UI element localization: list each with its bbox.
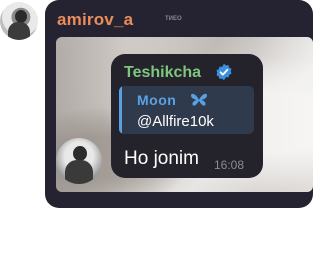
butterfly-icon bbox=[190, 93, 208, 106]
message-time: 16:08 bbox=[214, 158, 245, 172]
sender-tag: ТИЕО bbox=[165, 16, 182, 22]
sender-avatar[interactable] bbox=[0, 2, 38, 40]
card-avatar bbox=[56, 138, 102, 184]
reply-author-name: Moon bbox=[137, 92, 177, 108]
message-text: Ho jonim bbox=[124, 148, 199, 169]
reply-accent-bar bbox=[119, 86, 122, 134]
reply-text: @Allfire10k bbox=[137, 113, 214, 130]
chat-message-row: amirov_a ТИЕО Teshikcha Moon @Allfire10k… bbox=[0, 0, 320, 256]
card-sender-name: Teshikcha bbox=[124, 64, 202, 81]
verified-badge-icon bbox=[216, 63, 232, 81]
sender-name[interactable]: amirov_a bbox=[57, 10, 133, 30]
